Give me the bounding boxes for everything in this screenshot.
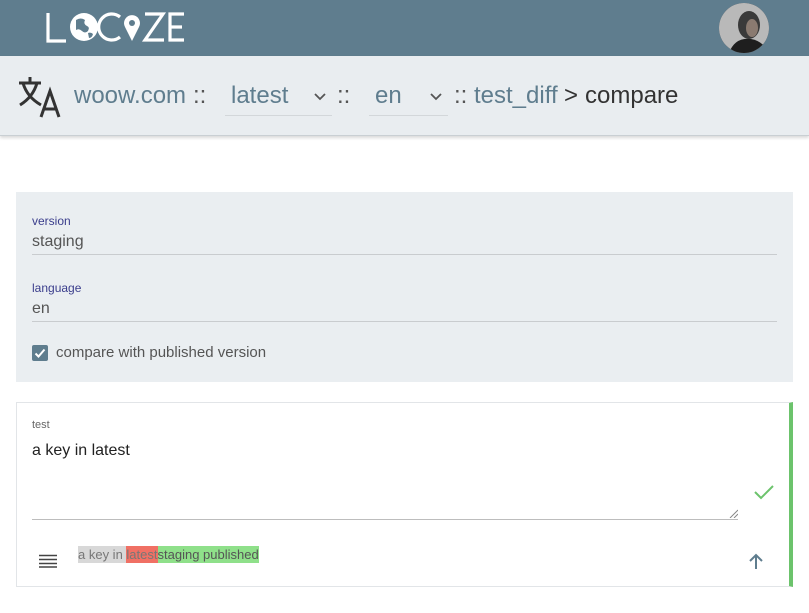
diff-removed: latest: [126, 546, 158, 563]
translate-icon: [19, 77, 61, 118]
logo[interactable]: [46, 9, 186, 47]
version-field[interactable]: staging: [32, 233, 84, 251]
compare-published-checkbox[interactable]: [32, 345, 48, 361]
breadcrumb-arrow: >: [564, 82, 579, 109]
breadcrumb-separator: ::: [454, 82, 468, 109]
version-field-label: version: [32, 214, 71, 228]
breadcrumb-separator: ::: [193, 82, 207, 109]
chevron-down-icon: [314, 93, 326, 101]
language-field-label: language: [32, 281, 82, 295]
lines-icon[interactable]: [38, 554, 58, 568]
compare-published-label[interactable]: compare with published version: [56, 344, 266, 361]
key-name: test: [32, 419, 50, 431]
breadcrumb-namespace[interactable]: test_diff: [474, 80, 558, 112]
breadcrumb-separator: ::: [337, 82, 351, 109]
diff-text: a key in lateststaging published: [78, 546, 259, 563]
top-bar: [0, 0, 809, 56]
arrow-up-icon[interactable]: [748, 553, 764, 570]
chevron-down-icon: [430, 93, 442, 101]
version-field-underline: [32, 254, 777, 255]
version-select[interactable]: latest: [225, 76, 332, 116]
language-field[interactable]: en: [32, 300, 50, 318]
resize-handle-icon[interactable]: [728, 508, 738, 518]
diff-added: staging published: [157, 546, 259, 563]
language-select[interactable]: en: [369, 76, 448, 116]
breadcrumb-project[interactable]: woow.com: [74, 80, 186, 112]
checkmark-icon: [34, 348, 46, 358]
avatar[interactable]: [719, 3, 769, 53]
diff-unchanged: a key in: [78, 546, 127, 563]
version-select-value: latest: [231, 82, 289, 109]
breadcrumb-current: compare: [585, 82, 679, 109]
language-select-value: en: [375, 82, 402, 109]
language-field-underline: [32, 321, 777, 322]
textarea-underline: [32, 519, 738, 520]
locize-logo-mark: [46, 12, 184, 43]
key-value-textarea[interactable]: a key in latest: [32, 442, 130, 460]
check-icon: [754, 485, 774, 500]
